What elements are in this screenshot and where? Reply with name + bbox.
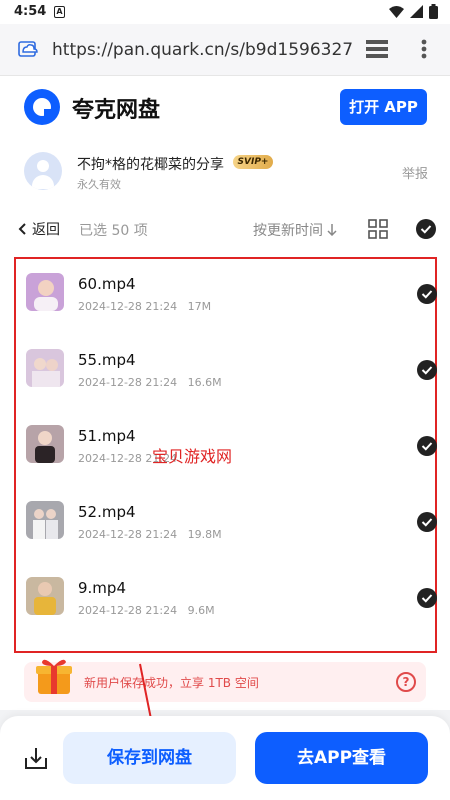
vip-badge: SVIP+ [233, 155, 273, 169]
quark-logo-icon [24, 89, 60, 125]
sim-indicator: A [54, 6, 65, 18]
browser-url-bar: https://pan.quark.cn/s/b9d15963273 [0, 24, 450, 76]
checked-icon[interactable] [417, 284, 437, 304]
status-bar: 4:54 A [0, 0, 450, 24]
checked-icon[interactable] [417, 588, 437, 608]
watermark-text: 宝贝游戏网 [152, 447, 233, 466]
bottom-action-bar: 保存到网盘 去APP查看 [0, 716, 450, 800]
arrow-down-icon [327, 224, 337, 236]
list-item[interactable]: 52.mp4 2024-12-28 21:24 19.8M [16, 491, 437, 567]
sharer-name: 不拘*格的花椰菜的分享 [77, 157, 224, 173]
checked-icon[interactable] [417, 360, 437, 380]
video-thumbnail [26, 577, 64, 615]
video-thumbnail [26, 349, 64, 387]
chevron-left-icon [18, 223, 26, 235]
url-text[interactable]: https://pan.quark.cn/s/b9d15963273 [52, 40, 352, 60]
file-name: 60.mp4 [78, 275, 136, 293]
avatar [24, 152, 62, 190]
help-icon[interactable]: ? [396, 672, 416, 692]
sharer-info: 不拘*格的花椰菜的分享 SVIP+ 永久有效 举报 [0, 148, 450, 200]
list-item[interactable]: 60.mp4 2024-12-28 21:24 17M [16, 263, 437, 339]
video-thumbnail [26, 501, 64, 539]
file-meta: 2024-12-28 21:24 16.6M [78, 376, 222, 389]
brand-title: 夸克网盘 [72, 98, 161, 123]
back-button[interactable]: 返回 [18, 219, 60, 239]
video-thumbnail [26, 273, 64, 311]
app-header: 夸克网盘 打开 APP [0, 76, 450, 138]
battery-icon [429, 4, 438, 19]
video-thumbnail [26, 425, 64, 463]
file-name: 55.mp4 [78, 351, 136, 369]
checked-icon[interactable] [417, 512, 437, 532]
sort-button[interactable]: 按更新时间 [253, 220, 337, 240]
gift-icon [36, 659, 72, 694]
tabs-icon[interactable] [366, 40, 388, 58]
grid-view-icon[interactable] [368, 219, 388, 239]
checked-icon[interactable] [417, 436, 437, 456]
promo-text: 新用户保存成功，立享 1TB 空间 [84, 676, 259, 690]
open-app-button[interactable]: 打开 APP [340, 89, 427, 125]
wifi-icon [389, 5, 404, 18]
cloud-site-icon [18, 41, 38, 57]
expiry-text: 永久有效 [77, 178, 121, 191]
list-item[interactable]: 55.mp4 2024-12-28 21:24 16.6M [16, 339, 437, 415]
more-vertical-icon[interactable] [421, 39, 427, 59]
list-item[interactable]: 9.mp4 2024-12-28 21:24 9.6M [16, 567, 437, 643]
selected-count: 已选 50 项 [79, 223, 148, 239]
sort-label: 按更新时间 [253, 223, 323, 239]
signal-icon [410, 5, 423, 18]
download-icon[interactable] [24, 746, 48, 770]
save-to-drive-button[interactable]: 保存到网盘 [63, 732, 236, 784]
selection-toolbar: 返回 已选 50 项 按更新时间 [0, 214, 450, 244]
select-all-check-icon[interactable] [416, 219, 436, 239]
file-meta: 2024-12-28 21:24 9.6M [78, 604, 215, 617]
back-label: 返回 [32, 222, 60, 238]
file-name: 51.mp4 [78, 427, 136, 445]
clock: 4:54 [14, 4, 47, 19]
promo-banner[interactable]: 新用户保存成功，立享 1TB 空间 ? [24, 659, 426, 702]
file-meta: 2024-12-28 21:24 17M [78, 300, 212, 313]
file-meta: 2024-12-28 21:24 19.8M [78, 528, 222, 541]
view-in-app-button[interactable]: 去APP查看 [255, 732, 428, 784]
file-name: 9.mp4 [78, 579, 126, 597]
file-name: 52.mp4 [78, 503, 136, 521]
report-link[interactable]: 举报 [402, 163, 428, 182]
